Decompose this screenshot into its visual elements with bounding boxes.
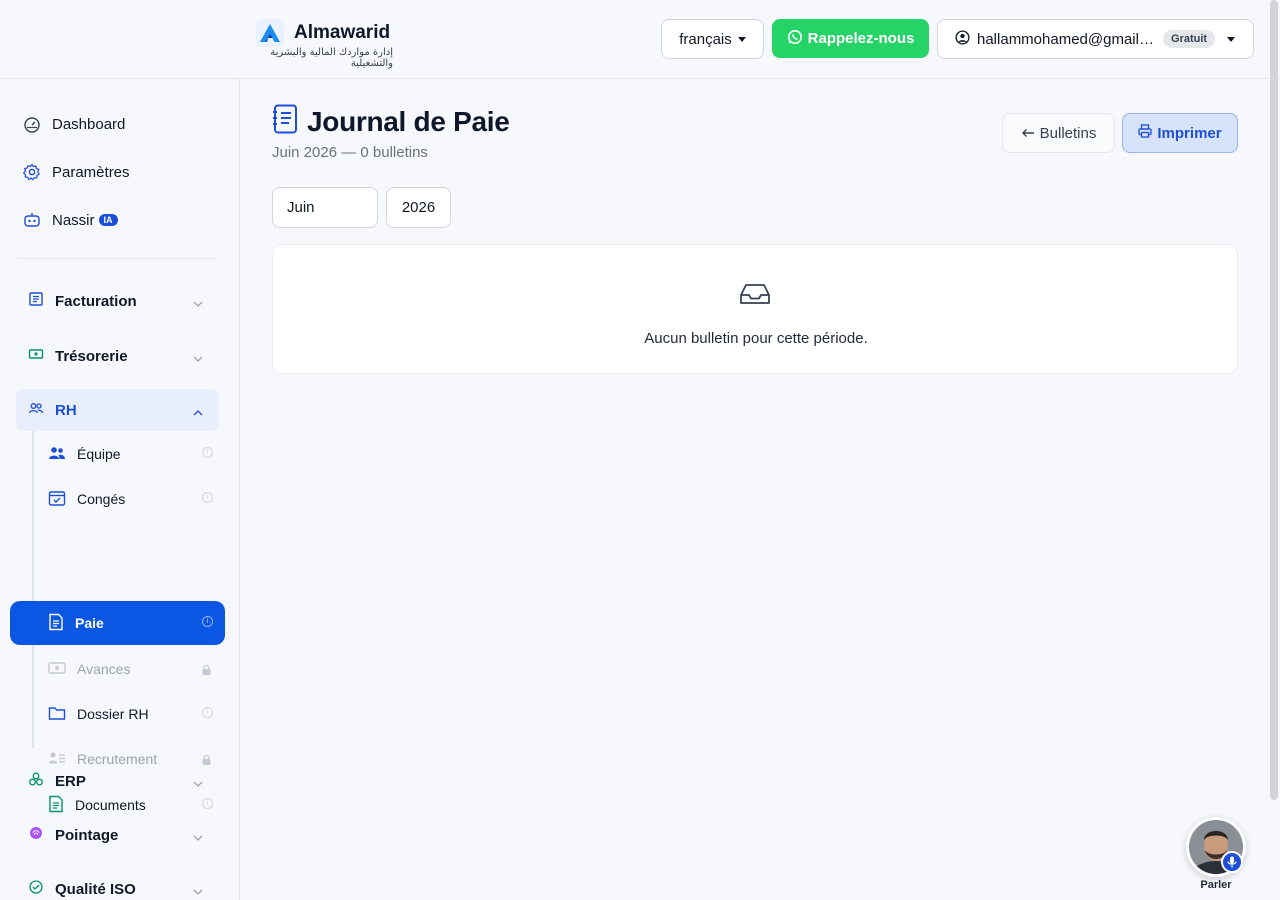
info-icon[interactable]: i <box>202 447 213 458</box>
app-tagline: إدارة مواردك المالية والبشرية والتشغيلية <box>270 47 393 69</box>
almawarid-logo-icon <box>256 19 284 47</box>
sidebar-item-label: Dashboard <box>52 115 126 133</box>
sidebar-item-nassir[interactable]: Nassir IA <box>22 210 118 230</box>
language-dropdown[interactable]: français <box>661 19 764 59</box>
page-subtitle: Juin 2026 — 0 bulletins <box>272 144 428 161</box>
group-label: ERP <box>55 772 86 790</box>
team-icon <box>48 445 66 464</box>
caret-down-icon <box>737 36 746 42</box>
users-icon <box>28 400 44 420</box>
group-label: Trésorerie <box>55 347 128 365</box>
cubes-icon <box>28 771 44 791</box>
calendar-check-icon <box>48 489 66 510</box>
plan-badge: Gratuit <box>1163 30 1216 48</box>
sidebar-item-label: Avances <box>77 661 131 677</box>
info-icon[interactable]: i <box>202 616 213 627</box>
group-label: Qualité ISO <box>55 880 136 898</box>
gear-icon <box>22 162 42 182</box>
sidebar-group-tresorerie[interactable]: Trésorerie <box>16 335 219 377</box>
assistant-label: Parler <box>1200 879 1232 891</box>
printer-icon <box>1138 124 1153 142</box>
check-circle-icon <box>28 879 44 899</box>
sidebar-group-qualite-iso[interactable]: Qualité ISO <box>16 868 219 900</box>
page-header: Journal de Paie <box>272 104 510 139</box>
sidebar-group-facturation[interactable]: Facturation <box>16 280 219 322</box>
page-scrollbar[interactable] <box>1270 0 1278 800</box>
empty-state-card: Aucun bulletin pour cette période. <box>272 244 1238 374</box>
chevron-down-icon <box>193 830 203 847</box>
sidebar-item-label: Dossier RH <box>77 706 149 722</box>
info-icon[interactable]: i <box>202 707 213 718</box>
caret-down-icon <box>1227 37 1235 42</box>
sidebar-divider <box>18 258 216 259</box>
money-icon <box>48 660 66 679</box>
sidebar-item-label: Paramètres <box>52 163 130 181</box>
group-label: Facturation <box>55 292 137 310</box>
user-email: hallammohamed@gmail.com <box>977 30 1157 48</box>
app-name: Almawarid <box>294 22 391 43</box>
fingerprint-icon <box>28 825 44 845</box>
ia-badge: IA <box>98 214 118 226</box>
page-title: Journal de Paie <box>307 105 510 137</box>
chevron-down-icon <box>193 776 203 793</box>
sidebar: Dashboard Paramètres Nassir IA Facturati… <box>0 79 240 900</box>
language-label: français <box>679 30 732 48</box>
app-logo[interactable]: Almawarid <box>256 19 390 47</box>
sidebar-item-dashboard[interactable]: Dashboard <box>22 114 125 134</box>
microphone-icon <box>1221 851 1243 873</box>
sidebar-item-label: Nassir <box>52 211 95 229</box>
group-label: Pointage <box>55 826 119 844</box>
print-button[interactable]: Imprimer <box>1122 113 1238 153</box>
receipt-icon <box>28 291 44 311</box>
chevron-down-icon <box>193 296 203 313</box>
year-input[interactable]: 2026 <box>386 187 451 228</box>
info-icon[interactable]: i <box>202 492 213 503</box>
journal-icon <box>272 104 298 139</box>
chevron-down-icon <box>193 884 203 900</box>
print-label: Imprimer <box>1157 124 1222 142</box>
sidebar-item-label: Équipe <box>77 446 121 462</box>
payslip-icon <box>48 613 64 634</box>
callback-button[interactable]: Rappelez-nous <box>772 19 929 58</box>
sidebar-group-erp[interactable]: ERP <box>16 760 219 802</box>
whatsapp-icon <box>787 29 803 49</box>
inbox-icon <box>739 283 771 310</box>
back-label: Bulletins <box>1039 124 1097 142</box>
sidebar-item-equipe[interactable]: Équipe i <box>10 432 225 476</box>
chevron-down-icon <box>193 351 203 368</box>
sidebar-item-label: Paie <box>75 615 104 631</box>
gauge-icon <box>22 114 42 134</box>
sidebar-item-dossier-rh[interactable]: Dossier RH i <box>10 692 225 736</box>
back-to-bulletins-button[interactable]: Bulletins <box>1002 113 1115 153</box>
cash-icon <box>28 346 44 366</box>
group-label: RH <box>55 401 77 419</box>
sidebar-item-label: Congés <box>77 491 126 507</box>
sidebar-group-rh[interactable]: RH <box>16 389 219 431</box>
callback-label: Rappelez-nous <box>807 30 915 47</box>
user-menu[interactable]: hallammohamed@gmail.com Gratuit <box>937 19 1254 59</box>
folder-icon <box>48 705 66 724</box>
voice-assistant-button[interactable] <box>1186 817 1246 877</box>
robot-icon <box>22 210 42 230</box>
empty-state-message: Aucun bulletin pour cette période. <box>644 330 868 347</box>
sidebar-item-conges[interactable]: Congés i <box>10 477 225 521</box>
sidebar-item-parametres[interactable]: Paramètres <box>22 162 130 182</box>
chevron-up-icon <box>193 405 203 422</box>
arrow-left-icon <box>1021 125 1035 142</box>
sidebar-item-avances[interactable]: Avances <box>10 647 225 691</box>
lock-icon <box>202 662 211 678</box>
sidebar-item-paie[interactable]: Paie i <box>10 601 225 645</box>
month-select[interactable]: Juin <box>272 187 378 228</box>
sidebar-group-pointage[interactable]: Pointage <box>16 814 219 856</box>
top-header: Almawarid إدارة مواردك المالية والبشرية … <box>0 0 1280 79</box>
user-circle-icon <box>955 29 970 49</box>
